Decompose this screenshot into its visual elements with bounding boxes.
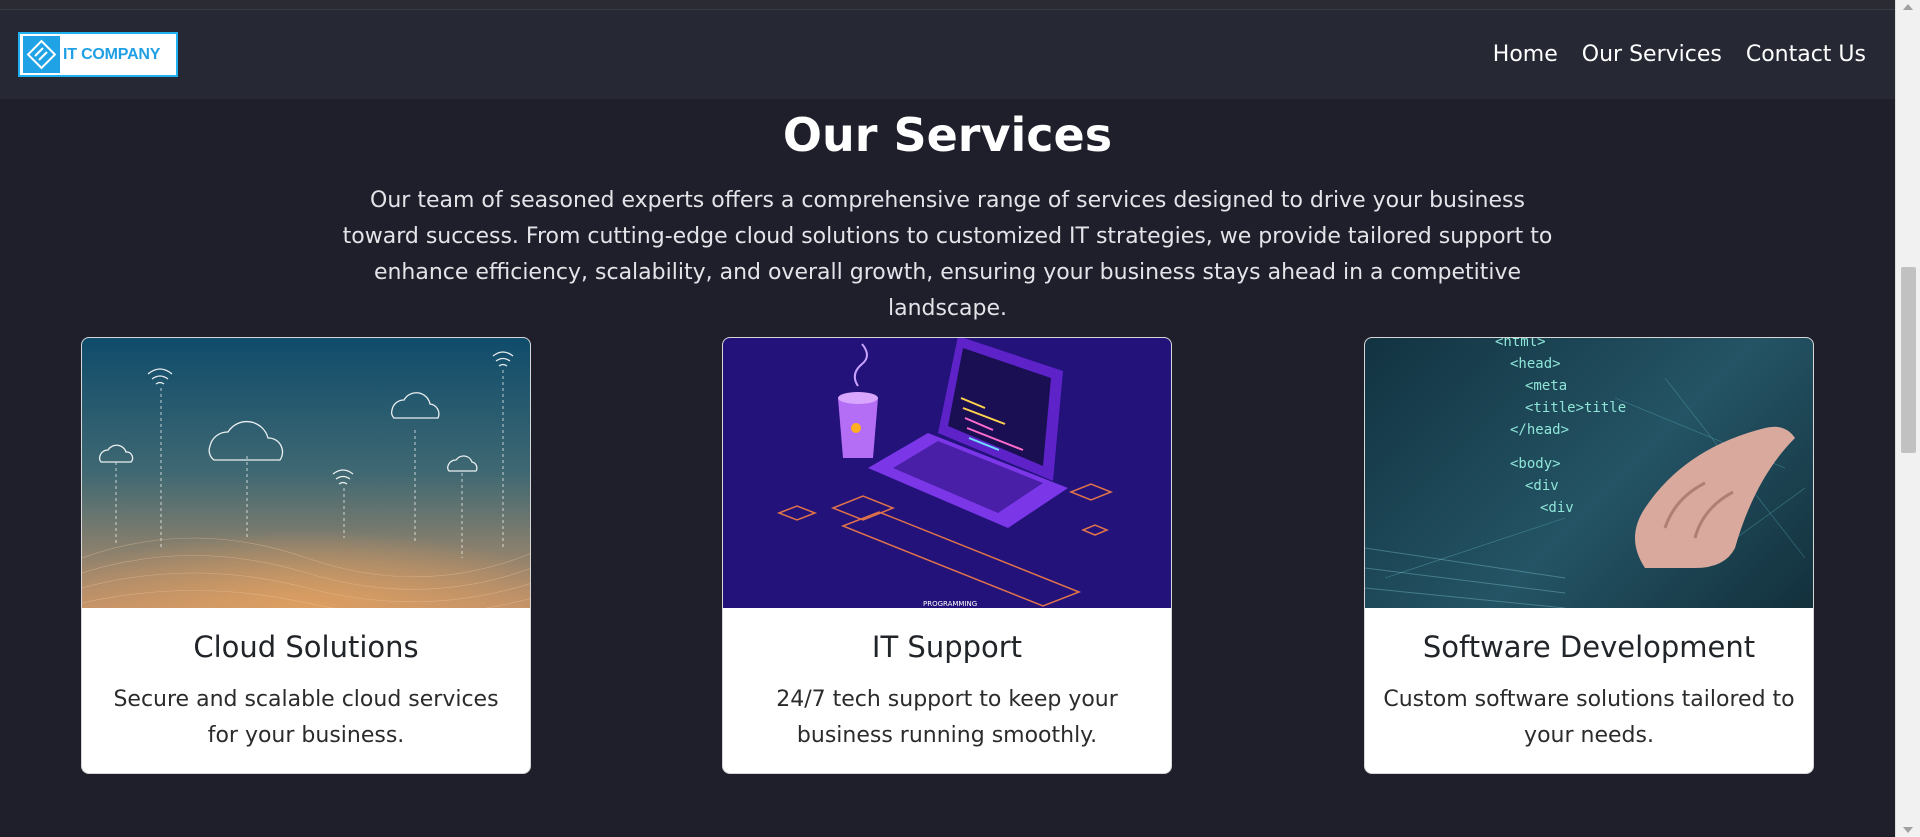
- logo-diamond-icon: [23, 36, 60, 73]
- svg-text:<title>title: <title>title: [1525, 400, 1626, 416]
- card-title: Software Development: [1422, 630, 1756, 664]
- card-text: Secure and scalable cloud services for y…: [113, 687, 499, 748]
- nav-link-home[interactable]: Home: [1493, 42, 1558, 67]
- card-body: Software Development Custom software sol…: [1365, 608, 1813, 754]
- svg-text:<div: <div: [1540, 500, 1574, 516]
- card-text: 24/7 tech support to keep your business …: [776, 687, 1118, 748]
- cloud-network-illustration-icon: [82, 338, 530, 608]
- logo-text: IT COMPANY: [63, 45, 161, 63]
- card-body: IT Support 24/7 tech support to keep you…: [723, 608, 1171, 754]
- laptop-coffee-illustration-icon: PROGRAMMING: [723, 338, 1171, 608]
- page-scrollbar[interactable]: [1895, 0, 1920, 837]
- card-title: Cloud Solutions: [193, 630, 419, 664]
- card-body: Cloud Solutions Secure and scalable clou…: [82, 608, 530, 754]
- svg-text:</head>: </head>: [1510, 422, 1569, 438]
- card-title: IT Support: [871, 630, 1023, 664]
- svg-text:PROGRAMMING: PROGRAMMING: [923, 600, 977, 608]
- scrollbar-thumb[interactable]: [1901, 267, 1916, 453]
- service-card-it-support[interactable]: PROGRAMMING IT Support 24/7 tech support…: [722, 337, 1172, 774]
- scroll-up-arrow-icon[interactable]: [1903, 4, 1913, 10]
- browser-top-strip: [0, 0, 1895, 10]
- svg-text:<head>: <head>: [1510, 356, 1561, 372]
- nav-links: Home Our Services Contact Us: [1493, 42, 1866, 67]
- services-description: Our team of seasoned experts offers a co…: [342, 188, 1553, 321]
- svg-text:<body>: <body>: [1510, 456, 1561, 472]
- service-card-cloud[interactable]: Cloud Solutions Secure and scalable clou…: [81, 337, 531, 774]
- navbar: IT COMPANY Home Our Services Contact Us: [0, 10, 1895, 99]
- nav-link-contact-us[interactable]: Contact Us: [1746, 42, 1866, 67]
- scroll-down-arrow-icon[interactable]: [1903, 827, 1913, 833]
- company-logo[interactable]: IT COMPANY: [18, 32, 178, 77]
- svg-text:<div: <div: [1525, 478, 1559, 494]
- services-heading: Our Services: [782, 108, 1113, 162]
- svg-text:<meta: <meta: [1525, 378, 1567, 394]
- card-text: Custom software solutions tailored to yo…: [1383, 687, 1795, 748]
- service-card-software-dev[interactable]: <html> <head> <meta <title>title </head>…: [1364, 337, 1814, 774]
- svg-text:<html>: <html>: [1495, 338, 1546, 350]
- code-hand-illustration-icon: <html> <head> <meta <title>title </head>…: [1365, 338, 1813, 608]
- nav-link-our-services[interactable]: Our Services: [1582, 42, 1722, 67]
